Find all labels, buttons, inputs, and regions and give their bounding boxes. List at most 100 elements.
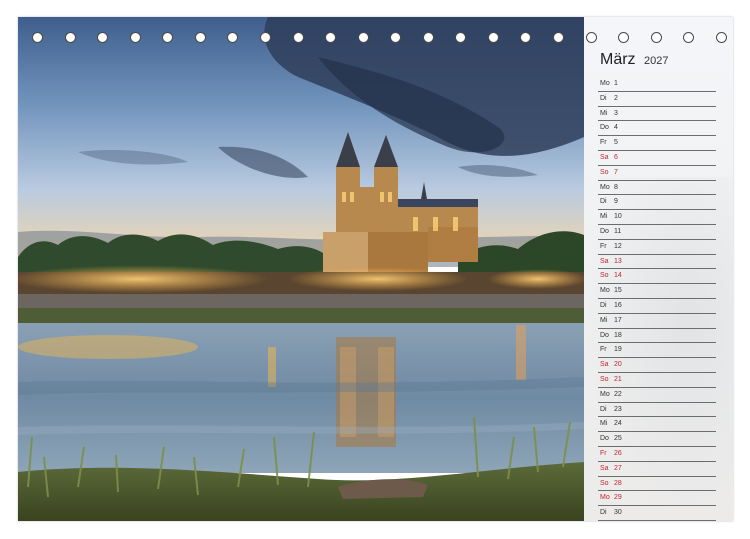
day-row: So 14 xyxy=(598,269,716,285)
day-number: 29 xyxy=(614,494,622,502)
day-number: 16 xyxy=(614,301,622,309)
binding-ring xyxy=(683,32,695,43)
day-row: Do 25 xyxy=(598,432,716,447)
day-number: 24 xyxy=(614,420,622,428)
weekday-label: Mo xyxy=(600,390,610,398)
day-row: So 28 xyxy=(598,477,716,492)
binding-ring xyxy=(129,32,141,43)
weekday-label: Di xyxy=(600,509,607,517)
month-header: März 2027 xyxy=(600,51,669,69)
month-name: März xyxy=(600,51,636,68)
day-row: Mi 10 xyxy=(598,210,716,225)
day-row: Mo 1 xyxy=(598,77,716,92)
day-number: 9 xyxy=(614,198,618,206)
day-row: Mi 17 xyxy=(598,314,716,329)
weekday-label: So xyxy=(600,168,609,176)
day-row: Fr 19 xyxy=(598,343,716,359)
binding-ring xyxy=(585,32,597,43)
weekday-label: Mi xyxy=(600,420,608,428)
weekday-label: Fr xyxy=(600,346,607,354)
day-row: Fr 5 xyxy=(598,136,716,151)
weekday-label: Di xyxy=(600,301,607,309)
weekday-label: Fr xyxy=(600,449,607,457)
day-number: 3 xyxy=(614,109,618,117)
weekday-label: Di xyxy=(600,405,607,413)
day-row: Mo 29 xyxy=(598,491,716,507)
day-row: Mo 15 xyxy=(598,284,716,299)
day-row: Do 11 xyxy=(598,225,716,240)
binding-ring xyxy=(64,32,76,43)
day-row: Mi 3 xyxy=(598,107,716,122)
day-number: 8 xyxy=(614,183,618,191)
weekday-label: Mi xyxy=(600,109,608,117)
weekday-label: Di xyxy=(600,94,607,102)
day-number: 15 xyxy=(614,287,622,295)
day-number: 5 xyxy=(614,139,618,147)
weekday-label: Mo xyxy=(600,287,610,295)
day-number: 6 xyxy=(614,153,618,161)
weekday-label: Sa xyxy=(600,153,609,161)
day-row: Fr 12 xyxy=(598,240,716,255)
day-row: Sa 27 xyxy=(598,462,716,477)
binding-ring xyxy=(715,32,727,43)
binding-ring xyxy=(325,32,337,43)
day-number: 18 xyxy=(614,331,622,339)
weekday-label: Sa xyxy=(600,257,609,265)
binding-ring xyxy=(455,32,467,43)
weekday-label: Sa xyxy=(600,464,609,472)
day-row: So 21 xyxy=(598,373,716,388)
day-number: 26 xyxy=(614,449,622,457)
cathedral-photo xyxy=(18,17,584,521)
binding-ring xyxy=(357,32,369,43)
day-list: Mo 1 Di 2 Mi 3 Do 4 Fr 5 Sa 6 So 7 Mo 8 Di 9 Mi 10 Do 11 Fr 12 S… xyxy=(598,77,716,521)
day-row: Do 18 xyxy=(598,329,716,344)
day-row: Di 23 xyxy=(598,403,716,418)
binding-ring xyxy=(194,32,206,43)
binding-ring xyxy=(227,32,239,43)
weekday-label: Sa xyxy=(600,361,609,369)
weekday-label: Do xyxy=(600,124,609,132)
day-row: Di 2 xyxy=(598,92,716,107)
day-number: 7 xyxy=(614,168,618,176)
day-number: 2 xyxy=(614,94,618,102)
binding-ring xyxy=(97,32,109,43)
day-row: Mo 22 xyxy=(598,388,716,403)
weekday-label: Mo xyxy=(600,80,610,87)
day-number: 20 xyxy=(614,361,622,369)
day-number: 23 xyxy=(614,405,622,413)
day-row: Di 16 xyxy=(598,299,716,314)
binding-ring xyxy=(292,32,304,43)
day-number: 30 xyxy=(614,509,622,517)
day-number: 17 xyxy=(614,316,622,324)
weekday-label: Fr xyxy=(600,242,607,250)
day-row: Mi 24 xyxy=(598,417,716,433)
day-number: 22 xyxy=(614,390,622,398)
weekday-label: Do xyxy=(600,435,609,443)
weekday-label: Di xyxy=(600,198,607,206)
day-row: Sa 20 xyxy=(598,358,716,373)
binding-ring xyxy=(487,32,499,43)
weekday-label: Fr xyxy=(600,139,607,147)
day-row: Di 30 xyxy=(598,506,716,521)
day-row: Mo 8 xyxy=(598,181,716,196)
day-row: Di 9 xyxy=(598,195,716,211)
weekday-label: So xyxy=(600,272,609,280)
binding-ring xyxy=(162,32,174,43)
binding-ring xyxy=(422,32,434,43)
weekday-label: Mo xyxy=(600,183,610,191)
binding-ring xyxy=(259,32,271,43)
day-number: 11 xyxy=(614,227,622,235)
day-number: 10 xyxy=(614,213,622,221)
day-number: 27 xyxy=(614,464,622,472)
weekday-label: So xyxy=(600,479,609,487)
day-number: 28 xyxy=(614,479,622,487)
binding-ring xyxy=(32,32,43,43)
day-number: 14 xyxy=(614,272,622,280)
weekday-label: Do xyxy=(600,227,609,235)
spiral-binding xyxy=(28,32,733,48)
day-number: 19 xyxy=(614,346,622,354)
binding-ring xyxy=(618,32,630,43)
weekday-label: Mi xyxy=(600,213,608,221)
day-number: 13 xyxy=(614,257,622,265)
day-number: 21 xyxy=(614,375,622,383)
